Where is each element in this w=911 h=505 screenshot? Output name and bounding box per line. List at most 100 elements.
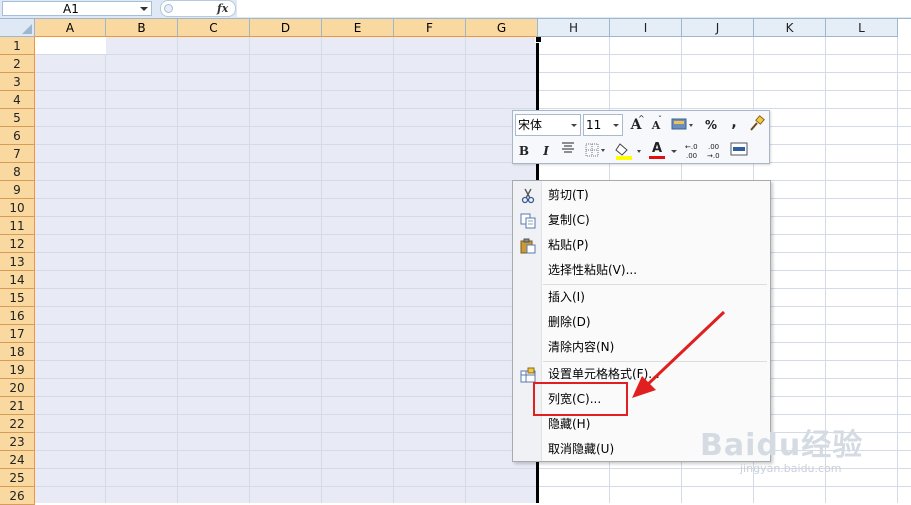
row-header-26[interactable]: 26 bbox=[0, 487, 35, 505]
bold-button[interactable]: B bbox=[517, 141, 531, 161]
column-header-g[interactable]: G bbox=[466, 19, 538, 37]
row-header-2[interactable]: 2 bbox=[0, 55, 35, 73]
menu-item-delete[interactable]: 删除(D) bbox=[514, 310, 769, 335]
row-header-1[interactable]: 1 bbox=[0, 37, 35, 55]
row-header-23[interactable]: 23 bbox=[0, 433, 35, 451]
column-header-d[interactable]: D bbox=[250, 19, 322, 37]
scissors-icon bbox=[521, 188, 535, 204]
paste-icon bbox=[520, 238, 536, 254]
font-size-value: 11 bbox=[586, 118, 602, 132]
row-header-21[interactable]: 21 bbox=[0, 397, 35, 415]
svg-text:.00: .00 bbox=[686, 152, 697, 160]
up-caret-icon: ^ bbox=[638, 114, 645, 123]
merge-center-button[interactable] bbox=[729, 141, 749, 161]
row-header-5[interactable]: 5 bbox=[0, 109, 35, 127]
column-header-l[interactable]: L bbox=[826, 19, 898, 37]
formula-bar: A1 fx bbox=[0, 0, 911, 19]
gridline-horizontal bbox=[35, 288, 911, 289]
row-header-15[interactable]: 15 bbox=[0, 289, 35, 307]
gridline-horizontal bbox=[35, 342, 911, 343]
shrink-font-button[interactable]: Aˇ bbox=[647, 115, 665, 135]
gridline-horizontal bbox=[35, 72, 911, 73]
svg-text:→.0: →.0 bbox=[707, 152, 720, 160]
gridline-horizontal bbox=[35, 180, 911, 181]
row-header-20[interactable]: 20 bbox=[0, 379, 35, 397]
menu-item-insert[interactable]: 插入(I) bbox=[514, 285, 769, 310]
name-box[interactable]: A1 bbox=[2, 1, 152, 16]
menu-item-cut[interactable]: 剪切(T) bbox=[514, 183, 769, 208]
watermark-url: jingyan.baidu.com bbox=[740, 462, 842, 475]
column-header-a[interactable]: A bbox=[35, 19, 106, 37]
menu-item-paste[interactable]: 粘贴(P) bbox=[514, 233, 769, 258]
borders-button[interactable] bbox=[583, 141, 609, 161]
gridline-horizontal bbox=[35, 396, 911, 397]
font-color-button[interactable]: A bbox=[649, 141, 679, 161]
font-name-select[interactable]: 宋体 bbox=[515, 114, 581, 136]
row-header-12[interactable]: 12 bbox=[0, 235, 35, 253]
column-header-c[interactable]: C bbox=[178, 19, 250, 37]
row-header-18[interactable]: 18 bbox=[0, 343, 35, 361]
row-header-14[interactable]: 14 bbox=[0, 271, 35, 289]
menu-item-clear-contents[interactable]: 清除内容(N) bbox=[514, 335, 769, 360]
gridline-horizontal bbox=[35, 234, 911, 235]
chevron-down-icon[interactable] bbox=[613, 124, 619, 127]
font-size-select[interactable]: 11 bbox=[583, 114, 623, 136]
menu-item-label: 删除(D) bbox=[548, 315, 591, 329]
gridline-horizontal bbox=[35, 360, 911, 361]
formula-input[interactable] bbox=[237, 0, 911, 17]
format-painter-icon bbox=[750, 115, 765, 131]
grow-font-button[interactable]: A ^ bbox=[627, 114, 645, 135]
row-header-22[interactable]: 22 bbox=[0, 415, 35, 433]
column-header-f[interactable]: F bbox=[394, 19, 466, 37]
down-caret-icon: ˇ bbox=[658, 115, 662, 124]
gridline-horizontal bbox=[35, 90, 911, 91]
menu-item-copy[interactable]: 复制(C) bbox=[514, 208, 769, 233]
gridline-horizontal bbox=[35, 306, 911, 307]
row-header-16[interactable]: 16 bbox=[0, 307, 35, 325]
row-header-6[interactable]: 6 bbox=[0, 127, 35, 145]
expand-handle-icon[interactable] bbox=[164, 4, 173, 13]
formula-controls: fx bbox=[160, 0, 236, 17]
row-header-25[interactable]: 25 bbox=[0, 469, 35, 487]
row-header-3[interactable]: 3 bbox=[0, 73, 35, 91]
column-header-b[interactable]: B bbox=[106, 19, 178, 37]
active-cell[interactable] bbox=[35, 37, 106, 54]
row-header-7[interactable]: 7 bbox=[0, 145, 35, 163]
column-header-i[interactable]: I bbox=[610, 19, 682, 37]
row-header-4[interactable]: 4 bbox=[0, 91, 35, 109]
italic-button[interactable]: I bbox=[539, 141, 553, 161]
menu-item-paste-special[interactable]: 选择性粘贴(V)... bbox=[514, 258, 769, 283]
row-header-17[interactable]: 17 bbox=[0, 325, 35, 343]
chevron-down-icon[interactable] bbox=[571, 124, 577, 127]
gridline-horizontal bbox=[35, 270, 911, 271]
accounting-format-button[interactable] bbox=[669, 115, 695, 135]
comma-style-button[interactable]: , bbox=[727, 113, 741, 133]
watermark-brand: Baidu经验 bbox=[700, 428, 864, 463]
merge-center-icon bbox=[730, 142, 748, 156]
gridline-horizontal bbox=[35, 54, 911, 55]
percent-style-button[interactable]: % bbox=[703, 115, 719, 135]
row-header-8[interactable]: 8 bbox=[0, 163, 35, 181]
column-header-j[interactable]: J bbox=[682, 19, 754, 37]
center-align-button[interactable] bbox=[559, 141, 577, 161]
fill-color-button[interactable] bbox=[613, 141, 645, 161]
row-header-24[interactable]: 24 bbox=[0, 451, 35, 469]
column-header-k[interactable]: K bbox=[754, 19, 826, 37]
fill-handle[interactable] bbox=[535, 37, 542, 43]
select-all-button[interactable] bbox=[0, 19, 35, 37]
row-header-13[interactable]: 13 bbox=[0, 253, 35, 271]
chevron-down-icon bbox=[671, 150, 677, 153]
row-header-11[interactable]: 11 bbox=[0, 217, 35, 235]
font-name-value: 宋体 bbox=[518, 118, 543, 132]
column-header-h[interactable]: H bbox=[538, 19, 610, 37]
increase-decimal-button[interactable]: ←.0 .00 bbox=[683, 141, 703, 161]
row-header-19[interactable]: 19 bbox=[0, 361, 35, 379]
format-painter-button[interactable] bbox=[747, 115, 767, 135]
chevron-down-icon[interactable] bbox=[140, 7, 148, 11]
row-header-9[interactable]: 9 bbox=[0, 181, 35, 199]
gridline-horizontal bbox=[35, 378, 911, 379]
insert-function-button[interactable]: fx bbox=[217, 1, 228, 16]
decrease-decimal-button[interactable]: .00 →.0 bbox=[705, 141, 725, 161]
column-header-e[interactable]: E bbox=[322, 19, 394, 37]
row-header-10[interactable]: 10 bbox=[0, 199, 35, 217]
